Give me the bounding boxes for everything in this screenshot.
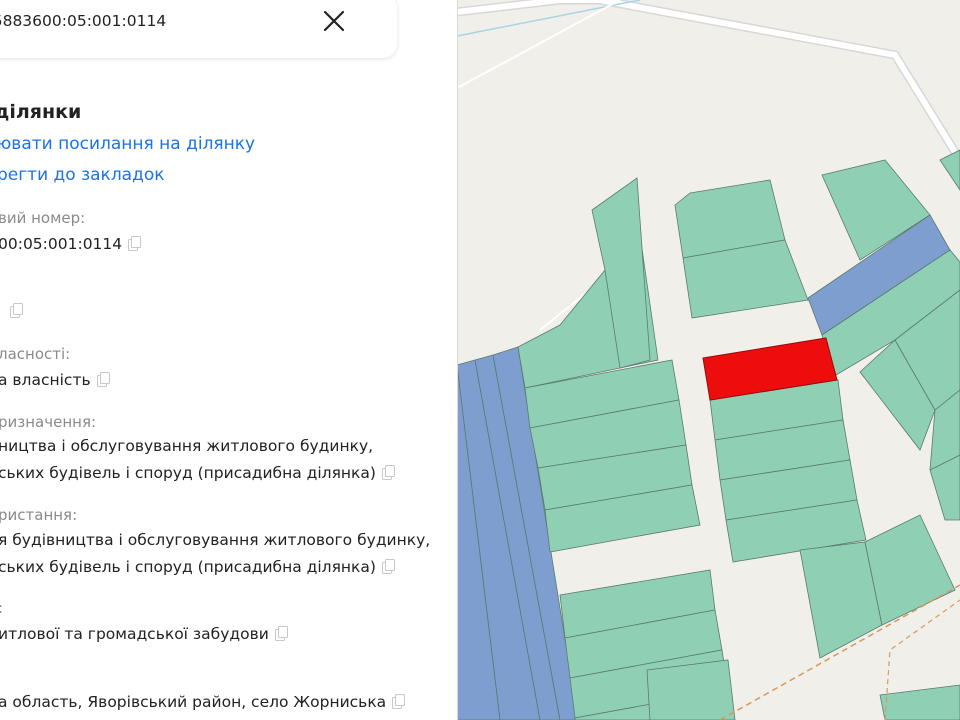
- parcel-info-panel: 625883600:05:001:0114 ділянки ювати поси…: [0, 0, 458, 720]
- panel-title: ділянки: [0, 101, 82, 123]
- usage-value-line2: ських будівель і споруд (присадибна діля…: [0, 558, 376, 576]
- ownership-value: а власність: [0, 371, 91, 389]
- copy-icon[interactable]: [392, 693, 406, 709]
- address-value: а область, Яворівський район, село Жорни…: [0, 693, 387, 711]
- copy-link-link[interactable]: ювати посилання на ділянку: [0, 134, 255, 154]
- bookmark-link[interactable]: регти до закладок: [0, 165, 165, 185]
- category-value: итлової та громадської забудови: [0, 625, 269, 643]
- close-button[interactable]: [321, 8, 347, 34]
- category-label: :: [0, 599, 3, 617]
- search-input[interactable]: 625883600:05:001:0114: [0, 12, 166, 30]
- copy-icon[interactable]: [96, 371, 110, 387]
- purpose-row-2: ських будівель і споруд (присадибна діля…: [0, 464, 395, 482]
- address-row: а область, Яворівський район, село Жорни…: [0, 693, 406, 711]
- close-icon: [323, 10, 345, 32]
- cadastral-number-value: 00:05:001:0114: [0, 235, 123, 253]
- purpose-value-line1: ництва і обслуговування житлового будинк…: [0, 437, 374, 455]
- parcel[interactable]: [646, 659, 736, 720]
- purpose-value-line2: ських будівель і споруд (присадибна діля…: [0, 464, 376, 482]
- usage-value-line1: я будівництва і обслуговування житлового…: [0, 531, 431, 549]
- copy-icon[interactable]: [10, 303, 23, 318]
- copy-icon[interactable]: [381, 558, 395, 574]
- copy-icon[interactable]: [274, 625, 288, 641]
- copy-icon[interactable]: [381, 464, 395, 480]
- cadastral-number-label: вий номер:: [0, 209, 86, 227]
- cadastral-number-row: 00:05:001:0114: [0, 235, 142, 253]
- usage-row-2: ських будівель і споруд (присадибна діля…: [0, 558, 395, 576]
- usage-label: ристання:: [0, 506, 78, 524]
- ownership-row: а власність: [0, 371, 110, 389]
- search-box[interactable]: 625883600:05:001:0114: [0, 0, 397, 58]
- purpose-label: ризначення:: [0, 413, 97, 431]
- ownership-label: ласності:: [0, 345, 71, 363]
- copy-icon[interactable]: [128, 235, 142, 251]
- category-row: итлової та громадської забудови: [0, 625, 288, 643]
